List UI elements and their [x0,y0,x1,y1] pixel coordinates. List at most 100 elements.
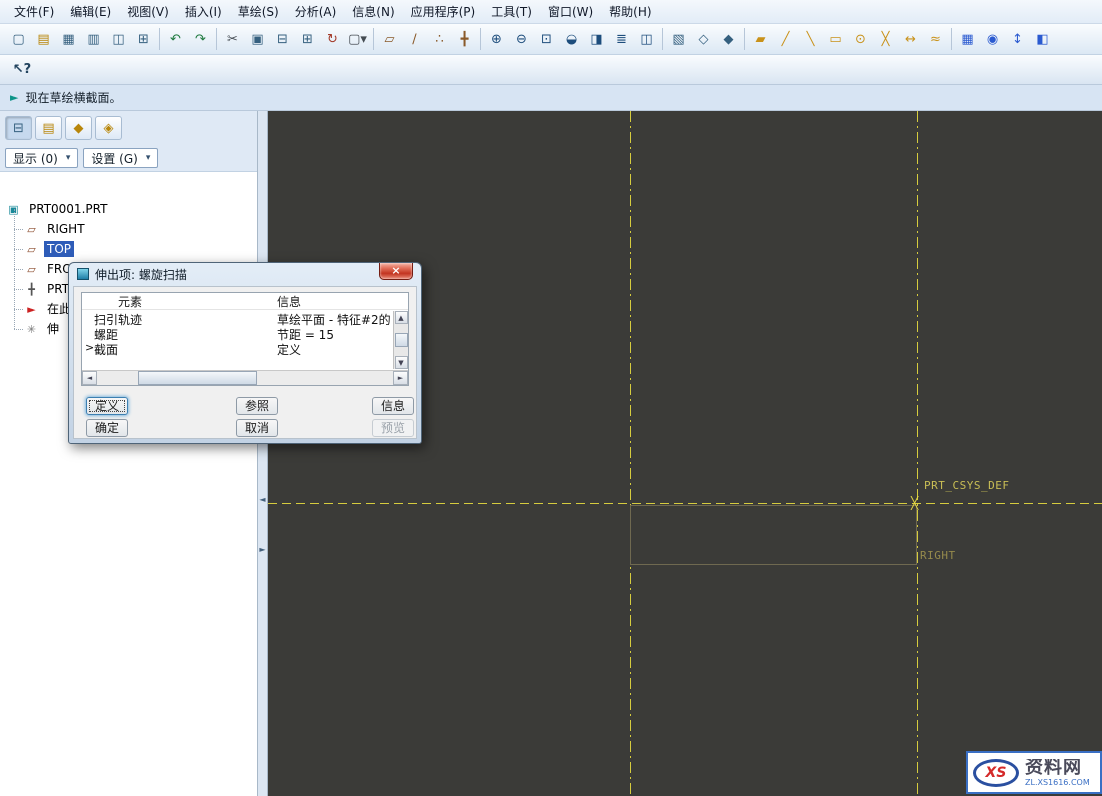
regenerate-icon[interactable]: ↻ [320,28,345,51]
prompt-text: 现在草绘横截面。 [25,89,121,106]
section-view-icon[interactable]: ◧ [1030,28,1055,51]
dialog-title-bar[interactable]: 伸出项: 螺旋扫描 [69,263,421,285]
redo-icon[interactable]: ↷ [188,28,213,51]
menu-view[interactable]: 视图(V) [119,0,177,23]
print-icon[interactable]: ▥ [81,28,106,51]
sketch-circle-icon[interactable]: ⊙ [848,28,873,51]
datum-plane-icon: ▱ [24,223,39,236]
element-name: 螺距 [94,326,277,341]
tree-item-top[interactable]: ▱TOP [24,239,257,259]
menu-sketch[interactable]: 草绘(S) [230,0,287,23]
select-box-icon[interactable]: ▢▾ [345,28,370,51]
history-tab-icon[interactable]: ◈ [95,116,122,140]
right-datum-line[interactable] [917,111,918,796]
datum-plane-icon: ▱ [24,263,39,276]
zoom-out-icon[interactable]: ⊖ [509,28,534,51]
panel-sash[interactable]: ◄ ► [258,111,268,796]
column-header-element: 元素 [82,293,277,309]
reference-button[interactable]: 参照 [236,397,278,415]
menu-analysis[interactable]: 分析(A) [287,0,345,23]
model-display-icon[interactable]: ◇ [691,28,716,51]
sketch-modify-icon[interactable]: ≈ [923,28,948,51]
helical-sweep-dialog: 伸出项: 螺旋扫描 × 元素 信息 扫引轨迹草绘平面 - 特征#2的螺距节距 =… [68,262,422,444]
define-button[interactable]: 定义 [86,397,128,415]
repaint-icon[interactable]: ◒ [559,28,584,51]
tree-item-prt0001[interactable]: ▣PRT0001.PRT [6,199,257,219]
datum-plane-toggle-icon[interactable]: ▱ [377,28,402,51]
menu-help[interactable]: 帮助(H) [601,0,659,23]
preview-button: 预览 [372,419,414,437]
menu-window[interactable]: 窗口(W) [540,0,601,23]
sketch-rectangle-icon[interactable]: ▭ [823,28,848,51]
scroll-down-icon[interactable]: ▼ [395,356,408,369]
menu-applications[interactable]: 应用程序(P) [403,0,484,23]
zoom-fit-icon[interactable]: ⊡ [534,28,559,51]
menu-edit[interactable]: 编辑(E) [62,0,119,23]
horizontal-scroll-track[interactable] [97,371,393,385]
close-icon[interactable]: × [379,263,413,280]
paste-icon[interactable]: ⊟ [270,28,295,51]
scroll-up-icon[interactable]: ▲ [395,311,408,324]
menu-info[interactable]: 信息(N) [344,0,402,23]
ok-button[interactable]: 确定 [86,419,128,437]
sketch-trim-icon[interactable]: ╳ [873,28,898,51]
sketch-rectangle-outline[interactable] [630,505,917,565]
csys-toggle-icon[interactable]: ╋ [452,28,477,51]
sketch-dimension-icon[interactable]: ↔ [898,28,923,51]
graphics-canvas[interactable]: ╳ PRT_CSYS_DEF RIGHT XS 资料网 ZL.XS1616.CO… [268,111,1102,796]
menu-file[interactable]: 文件(F) [6,0,62,23]
collapse-panel-arrow-icon[interactable]: ◄ [258,495,267,504]
vertical-datum-line[interactable] [630,111,631,796]
model-tree-tab-icon[interactable]: ⊟ [5,116,32,140]
view-manager-icon[interactable]: ◫ [634,28,659,51]
context-help-icon[interactable]: ↖? [8,58,36,82]
print-preview-icon[interactable]: ◫ [106,28,131,51]
paste-special-icon[interactable]: ⊞ [295,28,320,51]
expand-panel-arrow-icon[interactable]: ► [258,545,267,554]
info-button[interactable]: 信息 [372,397,414,415]
vertical-scrollbar[interactable]: ▲ ▼ [393,311,408,369]
zoom-in-icon[interactable]: ⊕ [484,28,509,51]
datum-display-icon[interactable]: ◆ [716,28,741,51]
element-row[interactable]: >截面定义 [82,341,393,356]
scroll-right-icon[interactable]: ► [393,371,408,385]
grid-toggle-icon[interactable]: ▦ [955,28,980,51]
saved-views-icon[interactable]: ◨ [584,28,609,51]
datum-axis-toggle-icon[interactable]: ∕ [402,28,427,51]
cancel-button[interactable]: 取消 [236,419,278,437]
csys-marker-icon[interactable]: ╳ [911,497,918,509]
folder-browser-tab-icon[interactable]: ▤ [35,116,62,140]
horizontal-scrollbar[interactable]: ◄ ► [82,370,408,385]
menu-insert[interactable]: 插入(I) [177,0,230,23]
toolbar-separator [744,28,745,50]
element-row[interactable]: 扫引轨迹草绘平面 - 特征#2的 [82,311,393,326]
layers-icon[interactable]: ≣ [609,28,634,51]
window-activate-icon[interactable]: ▧ [666,28,691,51]
vertical-scroll-thumb[interactable] [395,333,408,347]
chevron-down-icon: ▾ [66,153,71,163]
tree-item-label: RIGHT [44,221,88,237]
element-row[interactable]: 螺距节距 = 15 [82,326,393,341]
export-icon[interactable]: ⊞ [131,28,156,51]
favorites-tab-icon[interactable]: ◆ [65,116,92,140]
new-file-icon[interactable]: ▢ [6,28,31,51]
save-icon[interactable]: ▦ [56,28,81,51]
show-dropdown[interactable]: 显示 (0) ▾ [5,148,78,168]
tree-item-right[interactable]: ▱ RIGHT [24,219,257,239]
sketch-centerline-icon[interactable]: ╲ [798,28,823,51]
copy-icon[interactable]: ▣ [245,28,270,51]
sketch-setup-icon[interactable]: ▰ [748,28,773,51]
open-file-icon[interactable]: ▤ [31,28,56,51]
cut-icon[interactable]: ✂ [220,28,245,51]
horizontal-datum-line[interactable] [268,503,1102,504]
horizontal-scroll-thumb[interactable] [138,371,256,385]
sketch-line-icon[interactable]: ╱ [773,28,798,51]
vertical-dim-icon[interactable]: ↕ [1005,28,1030,51]
scroll-left-icon[interactable]: ◄ [82,371,97,385]
settings-dropdown[interactable]: 设置 (G) ▾ [83,148,158,168]
undo-icon[interactable]: ↶ [163,28,188,51]
menu-tools[interactable]: 工具(T) [483,0,540,23]
datum-point-toggle-icon[interactable]: ∴ [427,28,452,51]
csys-icon: ╋ [24,283,39,296]
snap-toggle-icon[interactable]: ◉ [980,28,1005,51]
